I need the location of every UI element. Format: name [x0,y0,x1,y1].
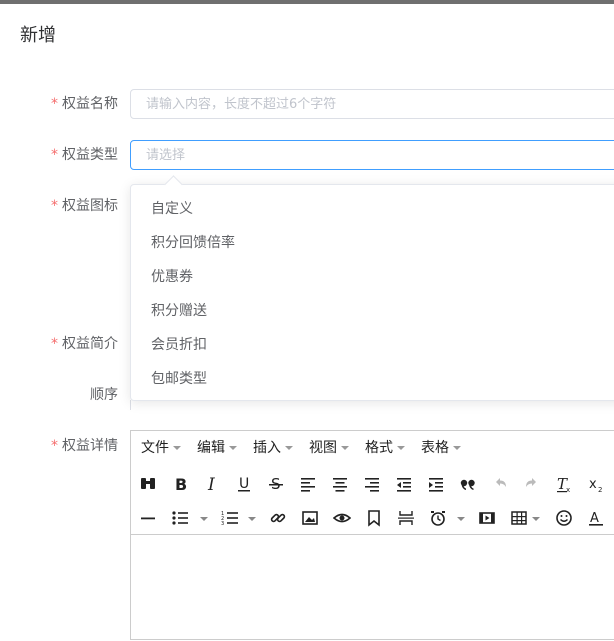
chevron-down-icon [397,446,405,450]
menu-insert[interactable]: 插入 [253,440,293,456]
field-label-order: 顺序 [90,387,118,403]
numbered-list-icon[interactable]: 123 [218,506,242,530]
required-mark: * [51,336,58,352]
field-label-type: * 权益类型 [51,147,118,163]
bookmark-icon[interactable] [362,506,386,530]
type-option[interactable]: 自定义 [151,199,193,219]
required-mark: * [51,198,58,214]
outdent-icon[interactable] [392,472,416,496]
required-mark: * [51,147,58,163]
dialog-title: 新增 [20,25,56,46]
menu-file[interactable]: 文件 [141,440,181,456]
align-right-icon[interactable] [360,472,384,496]
required-mark: * [51,96,58,112]
svg-text:A: A [590,511,599,526]
name-input-placeholder: 请输入内容，长度不超过6个字符 [146,97,337,112]
svg-text:U: U [239,476,249,492]
undo-icon[interactable] [488,472,512,496]
media-video-icon[interactable] [475,506,499,530]
chevron-down-icon[interactable] [532,517,540,521]
type-option[interactable]: 积分赠送 [151,301,207,321]
field-label-name: * 权益名称 [51,96,118,112]
chevron-down-icon [229,446,237,450]
svg-text:x: x [589,477,597,492]
name-input[interactable]: 请输入内容，长度不超过6个字符 [130,89,614,119]
clear-format-icon[interactable]: Tx [552,472,576,496]
preview-eye-icon[interactable] [330,506,354,530]
type-select[interactable]: 请选择 [130,140,614,170]
strikethrough-icon[interactable]: S [264,472,288,496]
font-color-icon[interactable]: A [584,506,608,530]
type-option[interactable]: 会员折扣 [151,335,207,355]
order-input-edge[interactable] [130,400,131,410]
chevron-down-icon[interactable] [457,517,465,521]
page-break-icon[interactable] [394,506,418,530]
editor-menubar: 文件 编辑 插入 视图 格式 表格 [131,431,614,465]
underline-icon[interactable]: U [232,472,256,496]
emoji-icon[interactable] [552,506,576,530]
horizontal-rule-icon[interactable] [136,506,160,530]
menu-view[interactable]: 视图 [309,440,349,456]
indent-icon[interactable] [424,472,448,496]
editor-content-area[interactable] [131,535,614,641]
rich-text-editor: 文件 编辑 插入 视图 格式 表格 B I U S T [130,430,614,640]
blockquote-icon[interactable] [456,472,480,496]
type-dropdown: 自定义 积分回馈倍率 优惠券 积分赠送 会员折扣 包邮类型 [130,175,614,401]
menu-table[interactable]: 表格 [421,440,461,456]
align-left-icon[interactable] [296,472,320,496]
svg-text:x: x [566,486,570,493]
dialog-top-border [0,0,614,4]
bold-icon[interactable]: B [168,472,192,496]
field-label-intro: * 权益简介 [51,336,118,352]
svg-text:I: I [207,475,215,493]
menu-edit[interactable]: 编辑 [197,440,237,456]
italic-icon[interactable]: I [200,472,224,496]
menu-format[interactable]: 格式 [365,440,405,456]
required-mark: * [51,438,58,454]
link-icon[interactable] [266,506,290,530]
find-replace-icon[interactable] [136,472,160,496]
svg-text:2: 2 [598,486,602,493]
chevron-down-icon [285,446,293,450]
svg-text:B: B [175,475,187,493]
chevron-down-icon [341,446,349,450]
field-label-detail: * 权益详情 [51,438,118,454]
type-option[interactable]: 积分回馈倍率 [151,233,235,253]
subscript-icon[interactable]: x2 [584,472,608,496]
chevron-down-icon[interactable] [200,517,208,521]
chevron-down-icon [173,446,181,450]
chevron-down-icon[interactable] [248,517,256,521]
svg-text:3: 3 [221,521,224,527]
type-option[interactable]: 包邮类型 [151,369,207,389]
type-option[interactable]: 优惠券 [151,267,193,287]
chevron-down-icon [453,446,461,450]
alarm-clock-icon[interactable] [426,506,450,530]
dropdown-arrow [164,175,183,194]
align-center-icon[interactable] [328,472,352,496]
image-icon[interactable] [298,506,322,530]
bullet-list-icon[interactable] [168,506,192,530]
field-label-icon: * 权益图标 [51,198,118,214]
type-select-placeholder: 请选择 [146,148,186,163]
redo-icon[interactable] [520,472,544,496]
table-icon[interactable] [507,506,531,530]
